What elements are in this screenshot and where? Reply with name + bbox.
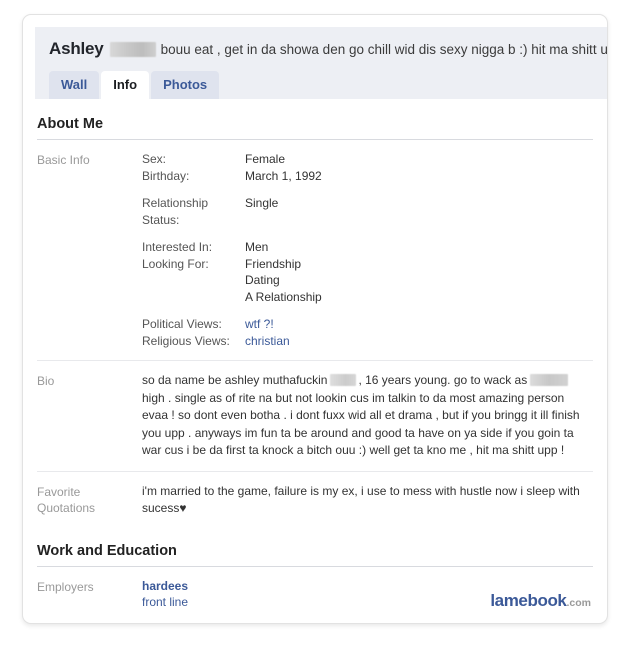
field-political-views-value[interactable]: wtf ?! [245,316,274,333]
profile-content: About Me Basic Info Sex: Female Birthday… [23,99,607,621]
row-label-favorite-quotations: Favorite Quotations [37,483,142,518]
profile-tabs: Wall Info Photos [49,71,221,99]
page-root: Ashley bouu eat , get in da showa den go … [0,0,630,651]
field-sex-value: Female [245,152,286,166]
row-label-favorite-quotations-line1: Favorite [37,484,81,499]
field-looking-for-value: Friendship [245,256,302,271]
field-interested-in-label: Interested In: [142,240,213,254]
redacted-bio-block-2 [530,374,569,387]
row-value-bio: so da name be ashley muthafuckin , 16 yea… [142,372,593,460]
basic-info-group-views: Political Views: wtf ?! Religious Views:… [142,316,593,349]
row-label-employers: Employers [37,579,94,594]
field-birthday: Birthday: March 1, 1992 [142,168,593,185]
bio-text-part-2: , 16 years young. go to wack as [358,373,528,387]
field-looking-for: Looking For: Friendship [142,256,593,273]
lamebook-brand: lamebook [490,591,567,610]
row-label-favorite-quotations-line2: Quotations [37,500,96,515]
field-looking-for-extra-dating: Dating [245,273,280,287]
field-interested-in: Interested In: Men [142,239,593,256]
field-relationship-status-value: Single [245,196,279,210]
field-birthday-label: Birthday: [142,168,190,183]
field-sex: Sex: Female [142,151,593,168]
profile-name[interactable]: Ashley [49,39,104,58]
bio-text-part-3: high . single as of rite na but not look… [142,390,580,458]
section-title-work-education: Work and Education [37,529,593,567]
lamebook-watermark: lamebook.com [490,591,591,611]
row-value-basic-info: Sex: Female Birthday: March 1, 1992 Rela… [142,151,593,349]
field-interested-in-value: Men [245,240,269,254]
basic-info-group-relationship: Relationship Status: Single [142,195,593,228]
basic-info-group-looking: Interested In: Men Looking For: Friendsh… [142,239,593,305]
field-political-views: Political Views: wtf ?! [142,316,593,333]
basic-info-group-identity: Sex: Female Birthday: March 1, 1992 [142,151,593,184]
bio-text-part-1: so da name be ashley muthafuckin [142,373,328,387]
field-political-views-label: Political Views: [142,317,222,331]
row-favorite-quotations: Favorite Quotations i'm married to the g… [37,472,593,529]
field-religious-views-value[interactable]: christian [245,333,290,350]
row-basic-info: Basic Info Sex: Female Birthday: March 1… [37,140,593,361]
row-value-favorite-quotations: i'm married to the game, failure is my e… [142,483,593,518]
field-looking-for-label: Looking For: [142,256,209,271]
heart-icon: ♥ [179,501,187,515]
tab-info[interactable]: Info [101,71,150,99]
row-bio: Bio so da name be ashley muthafuckin , 16… [37,361,593,472]
field-looking-for-extra-relationship: A Relationship [245,289,322,304]
profile-card: Ashley bouu eat , get in da showa den go … [22,14,608,624]
field-birthday-value: March 1, 1992 [245,168,322,183]
tab-photos[interactable]: Photos [151,71,220,99]
row-label-basic-info: Basic Info [37,153,90,167]
lamebook-tld: .com [566,597,591,609]
field-religious-views: Religious Views: christian [142,333,593,350]
field-sex-label: Sex: [142,152,167,166]
field-relationship-status-label: Relationship Status: [142,196,209,227]
profile-header: Ashley bouu eat , get in da showa den go … [35,27,608,99]
redacted-lastname-block [109,41,156,57]
row-label-bio: Bio [37,374,55,388]
section-title-about-me: About Me [37,99,593,140]
favorite-quotations-text: i'm married to the game, failure is my e… [142,483,580,516]
field-relationship-status: Relationship Status: Single [142,195,593,228]
field-religious-views-label: Religious Views: [142,333,230,348]
tab-wall[interactable]: Wall [49,71,100,99]
status-message: bouu eat , get in da showa den go chill … [160,42,608,57]
redacted-bio-block-1 [330,374,357,387]
status-line: Ashley bouu eat , get in da showa den go … [35,27,608,60]
